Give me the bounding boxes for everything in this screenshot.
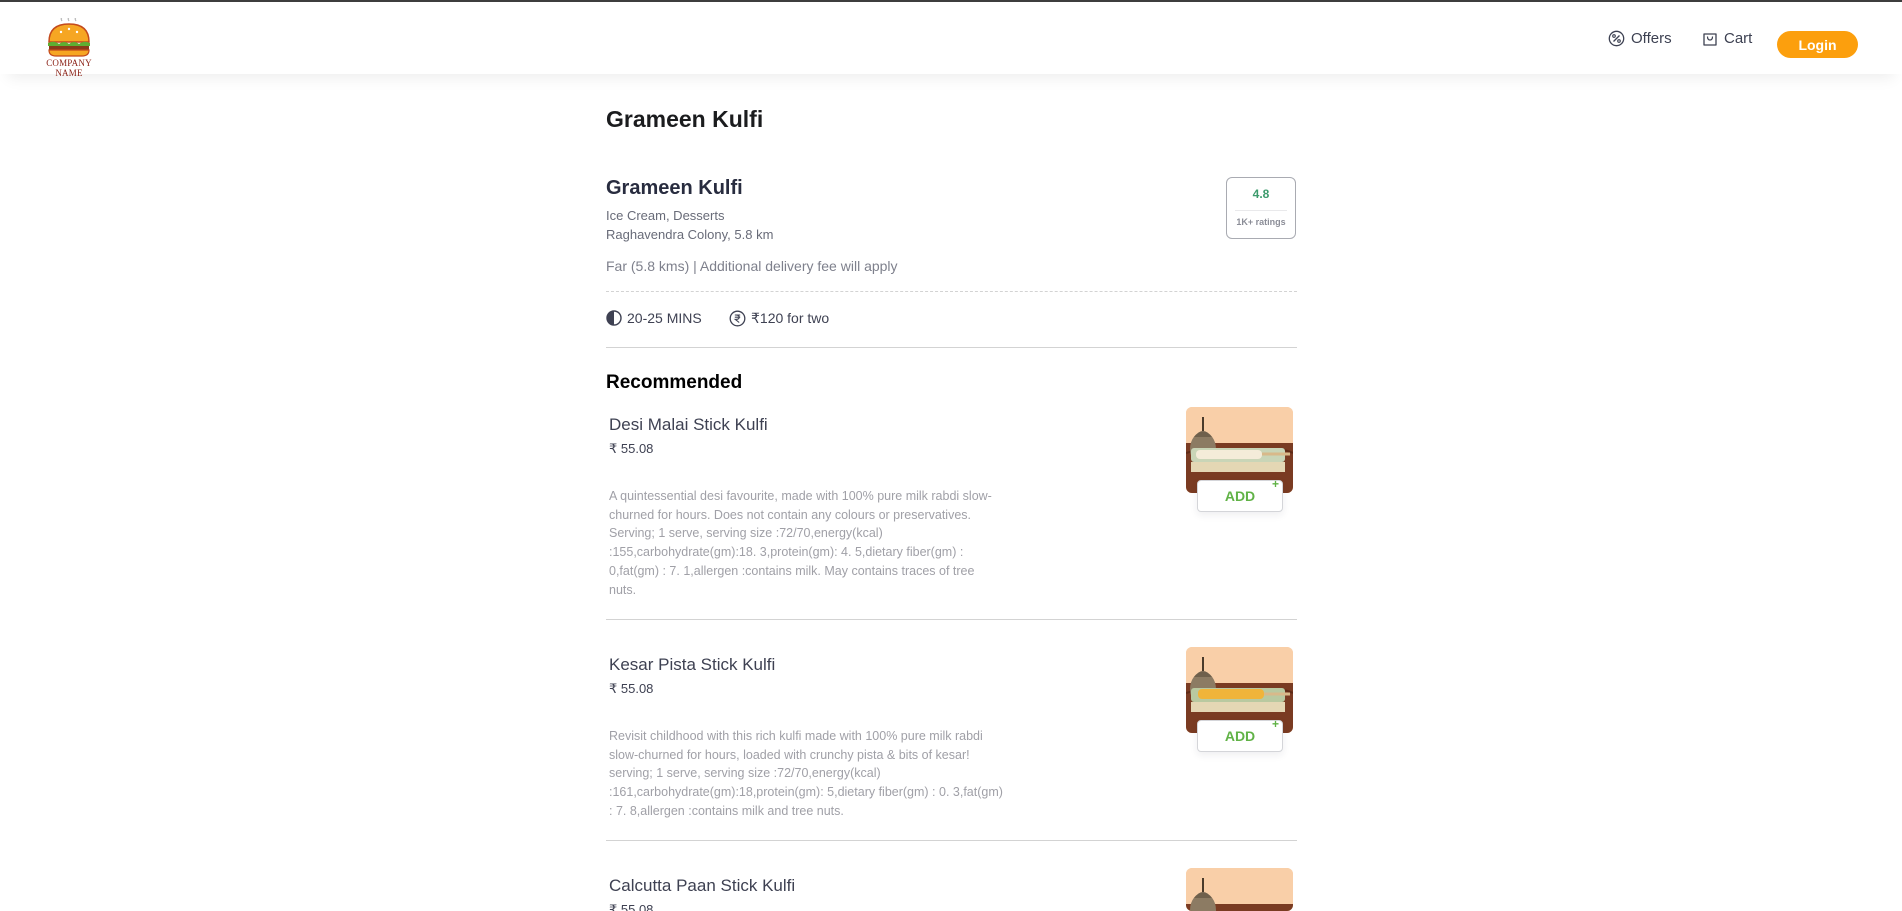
- login-button[interactable]: Login: [1777, 31, 1858, 58]
- add-button[interactable]: ADD +: [1197, 477, 1283, 512]
- item-divider: [606, 619, 1297, 620]
- item-image[interactable]: [1186, 868, 1293, 911]
- clock-icon: [606, 310, 622, 326]
- cart-label: Cart: [1724, 29, 1753, 47]
- item-price: ₹ 55.08: [609, 681, 654, 696]
- company-name: COMPANY NAME: [46, 58, 92, 78]
- company-logo[interactable]: COMPANY NAME: [32, 16, 106, 78]
- section-title-recommended: Recommended: [606, 372, 743, 393]
- menu-item: Desi Malai Stick Kulfi ₹ 55.08 A quintes…: [606, 407, 1297, 605]
- delivery-time-label: 20-25 MINS: [627, 310, 702, 326]
- distance-notice: Far (5.8 kms) | Additional delivery fee …: [606, 258, 898, 274]
- menu-item: Kesar Pista Stick Kulfi ₹ 55.08 Revisit …: [606, 647, 1297, 825]
- burger-logo-icon: [48, 16, 90, 57]
- info-divider: [606, 291, 1297, 292]
- rating-count: 1K+ ratings: [1236, 217, 1286, 227]
- restaurant-cuisines: Ice Cream, Desserts: [606, 208, 725, 223]
- rupee-icon: [729, 310, 746, 327]
- restaurant-area: Raghavendra Colony, 5.8 km: [606, 227, 774, 242]
- item-divider: [606, 840, 1297, 841]
- plus-icon: +: [1271, 717, 1279, 731]
- offers-link[interactable]: Offers: [1608, 2, 1672, 74]
- item-price: ₹ 55.08: [609, 902, 654, 911]
- section-divider: [606, 347, 1297, 348]
- cart-link[interactable]: Cart: [1702, 2, 1752, 74]
- offers-icon: [1608, 30, 1625, 46]
- item-name: Desi Malai Stick Kulfi: [609, 415, 768, 434]
- site-header: COMPANY NAME Offers Cart Login: [0, 2, 1902, 78]
- add-button[interactable]: ADD +: [1197, 717, 1283, 752]
- rating-divider: [1235, 210, 1287, 211]
- add-label: ADD: [1224, 488, 1256, 504]
- menu-item: Calcutta Paan Stick Kulfi ₹ 55.08: [606, 868, 1297, 911]
- item-name: Kesar Pista Stick Kulfi: [609, 655, 776, 674]
- cart-bag-icon: [1703, 32, 1717, 46]
- rating-value: 4.8: [1252, 187, 1270, 201]
- item-description: A quintessential desi favourite, made wi…: [609, 489, 992, 597]
- cost-for-two: ₹120 for two: [729, 310, 829, 327]
- plus-icon: +: [1271, 477, 1279, 491]
- item-price: ₹ 55.08: [609, 441, 654, 456]
- kulfi-paan-image: [1186, 868, 1293, 911]
- restaurant-name: Grameen Kulfi: [606, 177, 743, 199]
- cost-for-two-label: ₹120 for two: [751, 310, 830, 326]
- rating-badge[interactable]: 4.8 1K+ ratings: [1226, 177, 1296, 239]
- page-title: Grameen Kulfi: [606, 106, 764, 132]
- offers-label: Offers: [1631, 29, 1672, 47]
- item-name: Calcutta Paan Stick Kulfi: [609, 876, 796, 895]
- item-description: Revisit childhood with this rich kulfi m…: [609, 729, 1003, 818]
- add-label: ADD: [1224, 728, 1256, 744]
- delivery-time: 20-25 MINS: [606, 310, 702, 326]
